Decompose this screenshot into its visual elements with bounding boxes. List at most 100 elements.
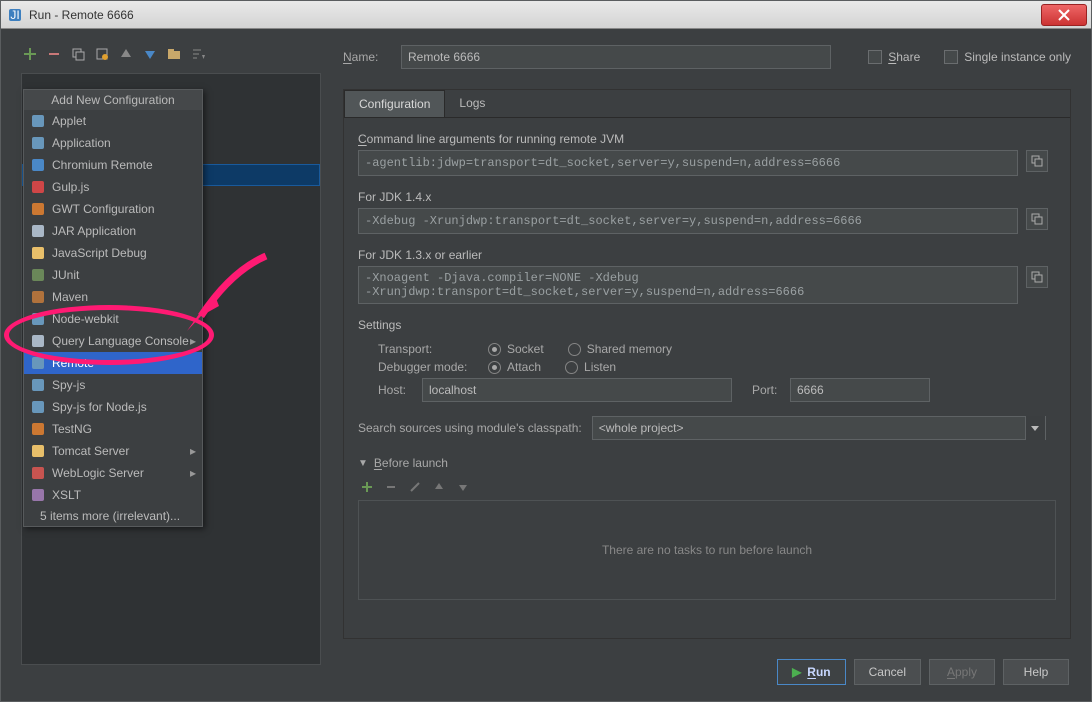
move-down-icon[interactable] <box>141 45 159 63</box>
dropdown-item-label: Maven <box>52 290 88 304</box>
close-button[interactable] <box>1041 4 1087 26</box>
dropdown-item-tomcat[interactable]: Tomcat Server▸ <box>24 440 202 462</box>
xslt-icon <box>30 487 46 503</box>
dropdown-more[interactable]: 5 items more (irrelevant)... <box>24 506 202 526</box>
play-icon: ▶ <box>792 665 801 679</box>
spyjs-node-icon <box>30 399 46 415</box>
remove-icon[interactable] <box>45 45 63 63</box>
copy-icon[interactable] <box>69 45 87 63</box>
maven-icon <box>30 289 46 305</box>
svg-text:JI: JI <box>10 8 19 22</box>
host-label: Host: <box>378 383 422 397</box>
chromium-icon <box>30 157 46 173</box>
copy-jdk13-icon[interactable] <box>1026 266 1048 288</box>
dropdown-item-label: XSLT <box>52 488 81 502</box>
dropdown-item-xslt[interactable]: XSLT <box>24 484 202 506</box>
dropdown-item-label: Spy-js <box>52 378 85 392</box>
cancel-button[interactable]: Cancel <box>854 659 921 685</box>
dropdown-item-js[interactable]: JavaScript Debug <box>24 242 202 264</box>
jdk14-field[interactable]: -Xdebug -Xrunjdwp:transport=dt_socket,se… <box>358 208 1018 234</box>
add-icon[interactable] <box>21 45 39 63</box>
bl-down-icon[interactable] <box>454 478 472 496</box>
debugger-attach-radio[interactable]: Attach <box>488 360 541 374</box>
tab-configuration[interactable]: Configuration <box>344 90 445 117</box>
before-launch-list: There are no tasks to run before launch <box>358 500 1056 600</box>
classpath-combo[interactable]: <whole project> <box>592 416 1046 440</box>
dropdown-item-nodewebkit[interactable]: Node-webkit <box>24 308 202 330</box>
cmd-args-field[interactable]: -agentlib:jdwp=transport=dt_socket,serve… <box>358 150 1018 176</box>
jdk13-field[interactable]: -Xnoagent -Djava.compiler=NONE -Xdebug -… <box>358 266 1018 304</box>
name-input[interactable] <box>401 45 831 69</box>
move-up-icon[interactable] <box>117 45 135 63</box>
run-button[interactable]: ▶Run <box>777 659 846 685</box>
app-icon: JI <box>5 5 25 25</box>
run-config-dialog: JI Run - Remote 6666 Add New Configurati… <box>0 0 1092 702</box>
dropdown-item-label: JAR Application <box>52 224 136 238</box>
bl-add-icon[interactable] <box>358 478 376 496</box>
dropdown-item-testng[interactable]: TestNG <box>24 418 202 440</box>
dialog-button-row: ▶Run Cancel Apply Help <box>777 659 1069 685</box>
port-label: Port: <box>752 383 790 397</box>
help-button[interactable]: Help <box>1003 659 1069 685</box>
spyjs-icon <box>30 377 46 393</box>
copy-jdk14-icon[interactable] <box>1026 208 1048 230</box>
transport-shared-radio[interactable]: Shared memory <box>568 342 672 356</box>
dropdown-item-label: Spy-js for Node.js <box>52 400 147 414</box>
apply-button: Apply <box>929 659 995 685</box>
debugger-mode-label: Debugger mode: <box>378 360 488 374</box>
checkbox-icon <box>944 50 958 64</box>
dropdown-item-spyjs-node[interactable]: Spy-js for Node.js <box>24 396 202 418</box>
tab-logs[interactable]: Logs <box>445 90 499 117</box>
dropdown-item-gulp[interactable]: Gulp.js <box>24 176 202 198</box>
bl-edit-icon[interactable] <box>406 478 424 496</box>
debugger-listen-radio[interactable]: Listen <box>565 360 616 374</box>
dropdown-item-application[interactable]: Application <box>24 132 202 154</box>
junit-icon <box>30 267 46 283</box>
weblogic-icon <box>30 465 46 481</box>
transport-socket-radio[interactable]: Socket <box>488 342 544 356</box>
chevron-down-icon <box>1025 416 1045 440</box>
dropdown-item-label: Remote <box>52 356 94 370</box>
dropdown-item-chromium[interactable]: Chromium Remote <box>24 154 202 176</box>
host-input[interactable] <box>422 378 732 402</box>
submenu-arrow-icon: ▸ <box>190 444 196 458</box>
testng-icon <box>30 421 46 437</box>
dropdown-item-spyjs[interactable]: Spy-js <box>24 374 202 396</box>
dropdown-item-label: GWT Configuration <box>52 202 155 216</box>
single-instance-checkbox[interactable]: Single instance only <box>944 50 1071 64</box>
query-icon <box>30 333 46 349</box>
dropdown-item-label: Query Language Console <box>52 334 189 348</box>
dropdown-item-junit[interactable]: JUnit <box>24 264 202 286</box>
bl-remove-icon[interactable] <box>382 478 400 496</box>
dropdown-item-weblogic[interactable]: WebLogic Server▸ <box>24 462 202 484</box>
settings-group: Settings Transport: Socket Shared memory… <box>358 318 1056 402</box>
tab-row: Configuration Logs <box>344 90 1070 118</box>
save-template-icon[interactable] <box>93 45 111 63</box>
folder-icon[interactable] <box>165 45 183 63</box>
submenu-arrow-icon: ▸ <box>190 334 196 348</box>
before-launch-header[interactable]: ▼ Before launch <box>358 456 1056 470</box>
checkbox-icon <box>868 50 882 64</box>
gulp-icon <box>30 179 46 195</box>
port-input[interactable] <box>790 378 930 402</box>
titlebar: JI Run - Remote 6666 <box>1 1 1091 29</box>
dropdown-header: Add New Configuration <box>24 90 202 110</box>
dropdown-item-jar[interactable]: JAR Application <box>24 220 202 242</box>
transport-label: Transport: <box>378 342 488 356</box>
sort-icon[interactable] <box>189 45 207 63</box>
dropdown-item-maven[interactable]: Maven <box>24 286 202 308</box>
share-checkbox[interactable]: Share <box>868 50 920 64</box>
bl-up-icon[interactable] <box>430 478 448 496</box>
gwt-icon <box>30 201 46 217</box>
dropdown-item-label: Node-webkit <box>52 312 119 326</box>
dropdown-item-gwt[interactable]: GWT Configuration <box>24 198 202 220</box>
copy-cmd-icon[interactable] <box>1026 150 1048 172</box>
dropdown-item-applet[interactable]: Applet <box>24 110 202 132</box>
config-panel: Configuration Logs Command line argument… <box>343 89 1071 639</box>
window-title: Run - Remote 6666 <box>29 8 1041 22</box>
dropdown-item-remote[interactable]: Remote <box>24 352 202 374</box>
add-config-dropdown: Add New Configuration Applet ApplicationC… <box>23 89 203 527</box>
dropdown-item-label: Applet <box>52 114 86 128</box>
dropdown-item-query[interactable]: Query Language Console▸ <box>24 330 202 352</box>
content-area: Add New Configuration AppletApplicationC… <box>1 29 1091 702</box>
